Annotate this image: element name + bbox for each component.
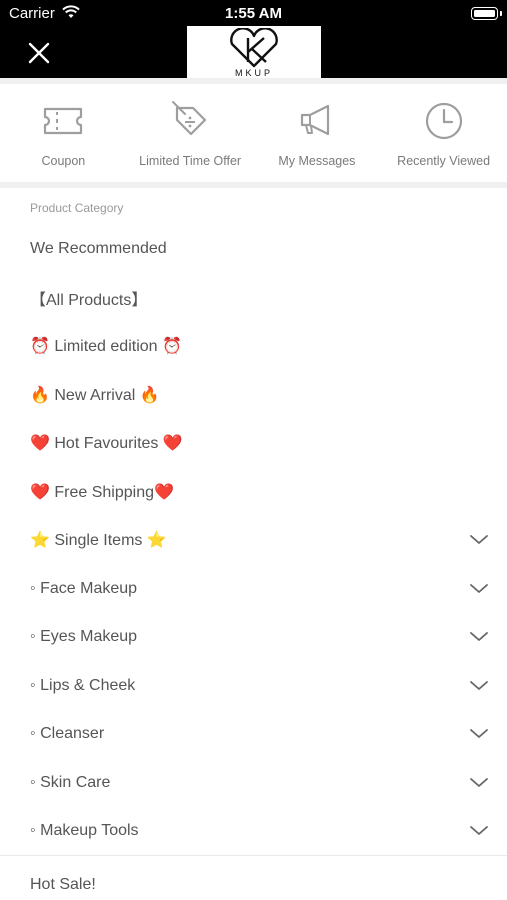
category-item-new-arrival[interactable]: 🔥 New Arrival 🔥	[0, 371, 507, 420]
category-item-makeup-tools[interactable]: ◦ Makeup Tools	[0, 807, 507, 856]
status-bar: Carrier 1:55 AM	[0, 0, 507, 28]
chevron-down-icon[interactable]	[469, 530, 489, 550]
category-label: ◦ Skin Care	[30, 773, 111, 791]
category-label: ⏰ Limited edition ⏰	[30, 338, 182, 356]
my-messages-link[interactable]: My Messages	[254, 84, 380, 168]
limited-time-offer-label: Limited Time Offer	[139, 154, 242, 168]
category-heading: Product Category	[30, 201, 124, 215]
category-label: 🔥 New Arrival 🔥	[30, 386, 160, 404]
coupon-link[interactable]: Coupon	[0, 84, 126, 168]
category-label: ◦ Eyes Makeup	[30, 628, 138, 646]
logo-text: MKUP	[234, 68, 273, 78]
megaphone-icon	[300, 104, 329, 136]
category-label: 【All Products】	[30, 291, 148, 309]
category-item-all-products[interactable]: 【All Products】	[0, 274, 507, 323]
category-label: ⭐ Single Items ⭐	[30, 532, 167, 550]
category-label: We Recommended	[30, 240, 167, 258]
category-label: ❤️ Hot Favourites ❤️	[30, 435, 183, 453]
chevron-down-icon[interactable]	[469, 821, 489, 841]
category-label: ◦ Cleanser	[30, 725, 105, 743]
chevron-down-icon[interactable]	[469, 773, 489, 793]
category-item-free-shipping[interactable]: ❤️ Free Shipping❤️	[0, 468, 507, 517]
quick-links: Coupon Limited Time Offer My Messages Re…	[0, 78, 507, 182]
category-item-we-recommended[interactable]: We Recommended	[0, 225, 507, 274]
battery-icon	[471, 7, 502, 20]
hot-sale-link[interactable]: Hot Sale!	[30, 876, 96, 894]
category-label: ◦ Lips & Cheek	[30, 676, 136, 694]
category-item-lips-cheek[interactable]: ◦ Lips & Cheek	[0, 662, 507, 711]
clock-icon	[425, 102, 462, 140]
category-label: ❤️ Free Shipping❤️	[30, 483, 174, 501]
list-divider	[0, 855, 507, 856]
chevron-down-icon[interactable]	[469, 676, 489, 696]
recently-viewed-label: Recently Viewed	[397, 154, 491, 168]
category-item-hot-favourites[interactable]: ❤️ Hot Favourites ❤️	[0, 419, 507, 468]
chevron-down-icon[interactable]	[469, 724, 489, 744]
limited-time-offer-link[interactable]: Limited Time Offer	[127, 84, 253, 168]
recently-viewed-link[interactable]: Recently Viewed	[381, 84, 507, 168]
clock-time: 1:55 AM	[225, 5, 282, 22]
chevron-down-icon[interactable]	[469, 579, 489, 599]
category-item-single-items[interactable]: ⭐ Single Items ⭐	[0, 516, 507, 565]
section-divider	[0, 182, 507, 188]
category-label: ◦ Face Makeup	[30, 579, 138, 597]
app-header: MKUP	[0, 26, 507, 78]
close-icon[interactable]	[26, 40, 52, 66]
category-item-cleanser[interactable]: ◦ Cleanser	[0, 710, 507, 759]
category-list: We Recommended 【All Products】 ⏰ Limited …	[0, 225, 507, 856]
heart-logo-icon	[230, 28, 278, 68]
brand-logo: MKUP	[187, 26, 321, 78]
chevron-down-icon[interactable]	[469, 627, 489, 647]
my-messages-label: My Messages	[278, 154, 356, 168]
category-label: ◦ Makeup Tools	[30, 822, 139, 840]
category-item-limited-edition[interactable]: ⏰ Limited edition ⏰	[0, 322, 507, 371]
coupon-label: Coupon	[41, 154, 86, 168]
category-item-eyes-makeup[interactable]: ◦ Eyes Makeup	[0, 613, 507, 662]
discount-tag-icon	[172, 101, 207, 136]
category-item-skin-care[interactable]: ◦ Skin Care	[0, 759, 507, 808]
category-item-face-makeup[interactable]: ◦ Face Makeup	[0, 565, 507, 614]
coupon-ticket-icon	[44, 107, 83, 135]
